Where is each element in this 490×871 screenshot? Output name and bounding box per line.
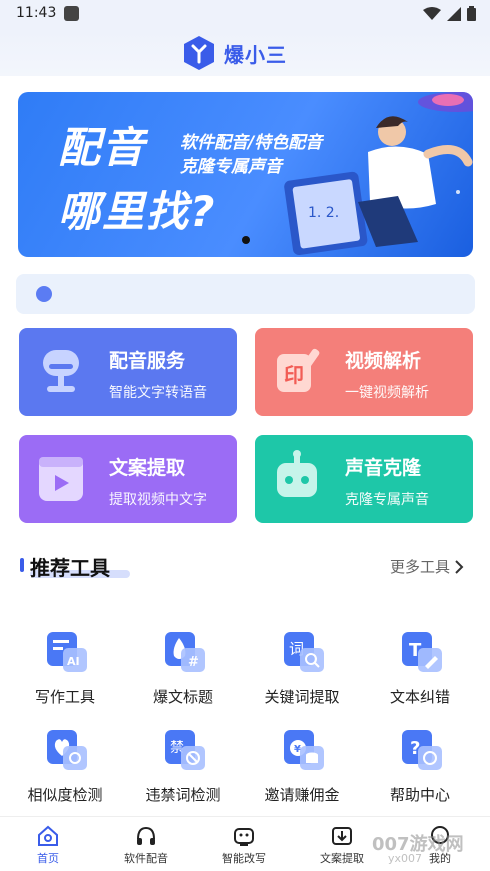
tool-label: 写作工具: [34, 688, 95, 706]
tool-text-correct[interactable]: T 文本纠错: [365, 632, 475, 712]
tool-forbidden-word[interactable]: 禁 违禁词检测: [128, 730, 238, 810]
similarity-icon: [47, 730, 87, 770]
tool-label: 爆文标题: [152, 688, 213, 706]
notification-icon: [64, 6, 79, 21]
svg-text:印: 印: [284, 363, 304, 387]
banner-subtitle-line1: 软件配音/特色配音: [180, 133, 323, 153]
card-subtitle: 提取视频中文字: [109, 492, 207, 508]
card-subtitle: 一键视频解析: [345, 385, 429, 401]
card-subtitle: 克隆专属声音: [345, 492, 429, 508]
tool-writing[interactable]: AI 写作工具: [10, 632, 120, 712]
svg-text:¥: ¥: [294, 744, 301, 755]
more-tools-label: 更多工具: [389, 558, 450, 576]
banner-title-line2: 哪里找?: [58, 187, 217, 236]
recommended-tools-header: 推荐工具 更多工具: [20, 550, 470, 590]
chevron-right-icon: [455, 559, 464, 574]
headphone-icon: [137, 826, 155, 845]
logo-icon: [184, 36, 214, 70]
tool-label: 文本纠错: [389, 688, 450, 706]
tool-label: 关键词提取: [264, 688, 340, 706]
video-doc-icon: [39, 457, 83, 501]
forbidden-word-icon: 禁: [165, 730, 205, 770]
status-bar: 11:43: [0, 0, 490, 30]
status-icons: [423, 6, 476, 21]
speaker-icon: [36, 286, 52, 302]
tab-software-dubbing[interactable]: 软件配音: [106, 825, 186, 866]
robot-icon: [277, 450, 317, 497]
battery-icon: [467, 6, 476, 21]
wifi-icon: [423, 6, 441, 20]
promo-banner[interactable]: 1. 2. 配音 哪里找? 软件配音/特色配音 克隆专属声音: [18, 92, 473, 257]
tab-label: 文案提取: [320, 852, 364, 865]
card-title: 配音服务: [109, 350, 186, 372]
svg-text:AI: AI: [67, 655, 80, 668]
help-icon: ?: [402, 730, 442, 770]
tab-label: 软件配音: [124, 852, 168, 865]
tool-label: 相似度检测: [27, 786, 103, 804]
tab-text-extract[interactable]: 文案提取: [302, 825, 382, 866]
notice-bar[interactable]: [16, 274, 475, 314]
card-voice-clone[interactable]: 声音克隆 克隆专属声音: [255, 435, 473, 523]
keyword-icon: 词: [284, 632, 324, 672]
hot-title-icon: #: [165, 632, 205, 672]
download-box-icon: [332, 827, 352, 845]
svg-text:1. 2.: 1. 2.: [308, 205, 339, 221]
card-title: 声音克隆: [345, 457, 422, 479]
card-video-parse[interactable]: 印 视频解析 一键视频解析: [255, 328, 473, 416]
tool-similarity[interactable]: 相似度检测: [10, 730, 120, 810]
app-logo: 爆小三: [182, 35, 287, 71]
card-dubbing-service[interactable]: 配音服务 智能文字转语音: [19, 328, 237, 416]
tool-invite[interactable]: ¥ 邀请赚佣金: [247, 730, 357, 810]
tool-label: 违禁词检测: [145, 786, 221, 804]
card-text-extract[interactable]: 文案提取 提取视频中文字: [19, 435, 237, 523]
tab-home[interactable]: 首页: [8, 825, 88, 866]
invite-icon: ¥: [284, 730, 324, 770]
svg-text:#: #: [188, 655, 199, 670]
watermark-sub: yx007: [388, 852, 423, 865]
microphone-icon: [43, 350, 79, 392]
logo-text: 爆小三: [224, 42, 287, 67]
text-correct-icon: T: [402, 632, 442, 672]
tool-hot-title[interactable]: # 爆文标题: [128, 632, 238, 712]
banner-title-line1: 配音: [58, 123, 147, 172]
section-title: 推荐工具: [30, 556, 110, 580]
card-title: 视频解析: [345, 350, 422, 372]
status-time: 11:43: [16, 5, 57, 21]
tab-smart-rewrite[interactable]: 智能改写: [204, 825, 284, 866]
card-title: 文案提取: [109, 457, 186, 479]
tool-help[interactable]: ? 帮助中心: [365, 730, 475, 810]
signal-icon: [447, 6, 461, 21]
tool-label: 邀请赚佣金: [264, 786, 340, 804]
tab-label: 首页: [37, 852, 59, 865]
section-accent-bar: [20, 558, 24, 572]
banner-pager-dot[interactable]: [242, 236, 250, 244]
stamp-icon: 印: [277, 348, 320, 392]
card-subtitle: 智能文字转语音: [109, 385, 207, 401]
robot-face-icon: [234, 828, 254, 846]
writing-icon: AI: [47, 632, 87, 672]
banner-subtitle-line2: 克隆专属声音: [180, 157, 282, 177]
app-header: 爆小三: [0, 30, 490, 76]
more-tools-link[interactable]: 更多工具: [390, 556, 464, 577]
tool-label: 帮助中心: [389, 786, 450, 804]
tool-keyword[interactable]: 词 关键词提取: [247, 632, 357, 712]
tab-label: 智能改写: [222, 852, 266, 865]
home-icon: [38, 825, 58, 846]
